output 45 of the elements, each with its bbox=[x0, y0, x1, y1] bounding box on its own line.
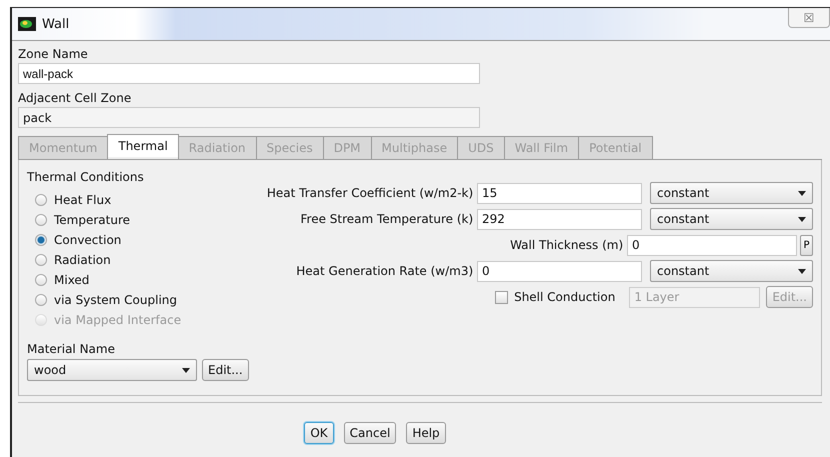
input-field[interactable]: 292 bbox=[477, 208, 642, 230]
field-label: Material Name bbox=[27, 341, 116, 358]
input-field[interactable]: pack bbox=[18, 107, 480, 128]
caret-icon bbox=[182, 368, 190, 372]
radio-button[interactable] bbox=[35, 194, 47, 206]
radio-label: via Mapped Interface bbox=[54, 312, 182, 329]
radio-button[interactable] bbox=[35, 214, 47, 226]
radio-label: via System Coupling bbox=[54, 292, 177, 309]
dropdown[interactable]: wood bbox=[27, 359, 197, 381]
app-icon bbox=[18, 17, 36, 31]
radio-label: Mixed bbox=[54, 272, 90, 289]
input-field[interactable]: 0 bbox=[477, 260, 642, 282]
input-field[interactable]: 0 bbox=[627, 234, 797, 256]
radio-button[interactable] bbox=[35, 294, 47, 306]
input-field[interactable]: 15 bbox=[477, 182, 642, 204]
radio-button[interactable] bbox=[35, 234, 47, 246]
field-label: Heat Generation Rate (w/m3) bbox=[296, 263, 474, 280]
radio-label: Heat Flux bbox=[54, 192, 112, 209]
dropdown[interactable]: constant bbox=[650, 208, 813, 230]
radio-label: Temperature bbox=[54, 212, 130, 229]
dialog-button[interactable]: Help bbox=[406, 422, 446, 444]
caret-icon bbox=[798, 190, 806, 196]
parameter-button[interactable]: P bbox=[800, 234, 813, 256]
caret-icon bbox=[798, 268, 806, 274]
radio-label: Radiation bbox=[54, 252, 111, 269]
caret-icon bbox=[798, 216, 806, 222]
field-label: Wall Thickness (m) bbox=[510, 237, 624, 254]
group-title: Thermal Conditions bbox=[27, 169, 145, 186]
tab[interactable]: Thermal bbox=[107, 134, 179, 157]
radio-label: Convection bbox=[54, 232, 122, 249]
input-field[interactable]: wall-pack bbox=[18, 63, 480, 84]
field-label: Free Stream Temperature (k) bbox=[300, 211, 474, 228]
field-label: Adjacent Cell Zone bbox=[18, 90, 132, 107]
dropdown[interactable]: constant bbox=[650, 182, 813, 204]
field-label: Zone Name bbox=[18, 46, 89, 63]
dialog-button[interactable]: OK bbox=[304, 422, 334, 444]
window-title: Wall bbox=[42, 16, 70, 32]
dropdown[interactable]: constant bbox=[650, 260, 813, 282]
dialog-button[interactable]: Cancel bbox=[344, 422, 396, 444]
field-label: Heat Transfer Coefficient (w/m2-k) bbox=[266, 185, 474, 202]
edit-button[interactable]: Edit... bbox=[202, 359, 249, 381]
radio-button[interactable] bbox=[35, 254, 47, 266]
radio-button[interactable] bbox=[35, 274, 47, 286]
close-button[interactable]: ☒ bbox=[788, 8, 830, 28]
checkbox-label: Shell Conduction bbox=[514, 289, 616, 306]
